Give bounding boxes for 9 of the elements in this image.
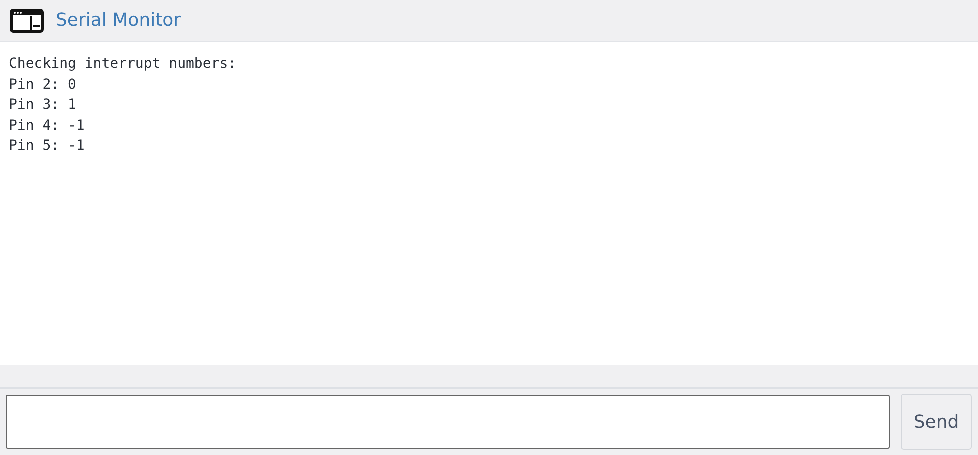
output-line: Pin 3: 1 bbox=[9, 96, 76, 115]
output-line: Checking interrupt numbers: bbox=[9, 55, 237, 74]
window-icon bbox=[10, 8, 44, 32]
window-title: Serial Monitor bbox=[56, 10, 182, 31]
message-input-field[interactable] bbox=[6, 395, 890, 449]
send-button[interactable]: Send bbox=[901, 394, 972, 450]
output-line: Pin 5: -1 bbox=[9, 137, 85, 156]
output-line: Pin 4: -1 bbox=[9, 116, 85, 136]
output-line: Pin 2: 0 bbox=[9, 76, 76, 94]
